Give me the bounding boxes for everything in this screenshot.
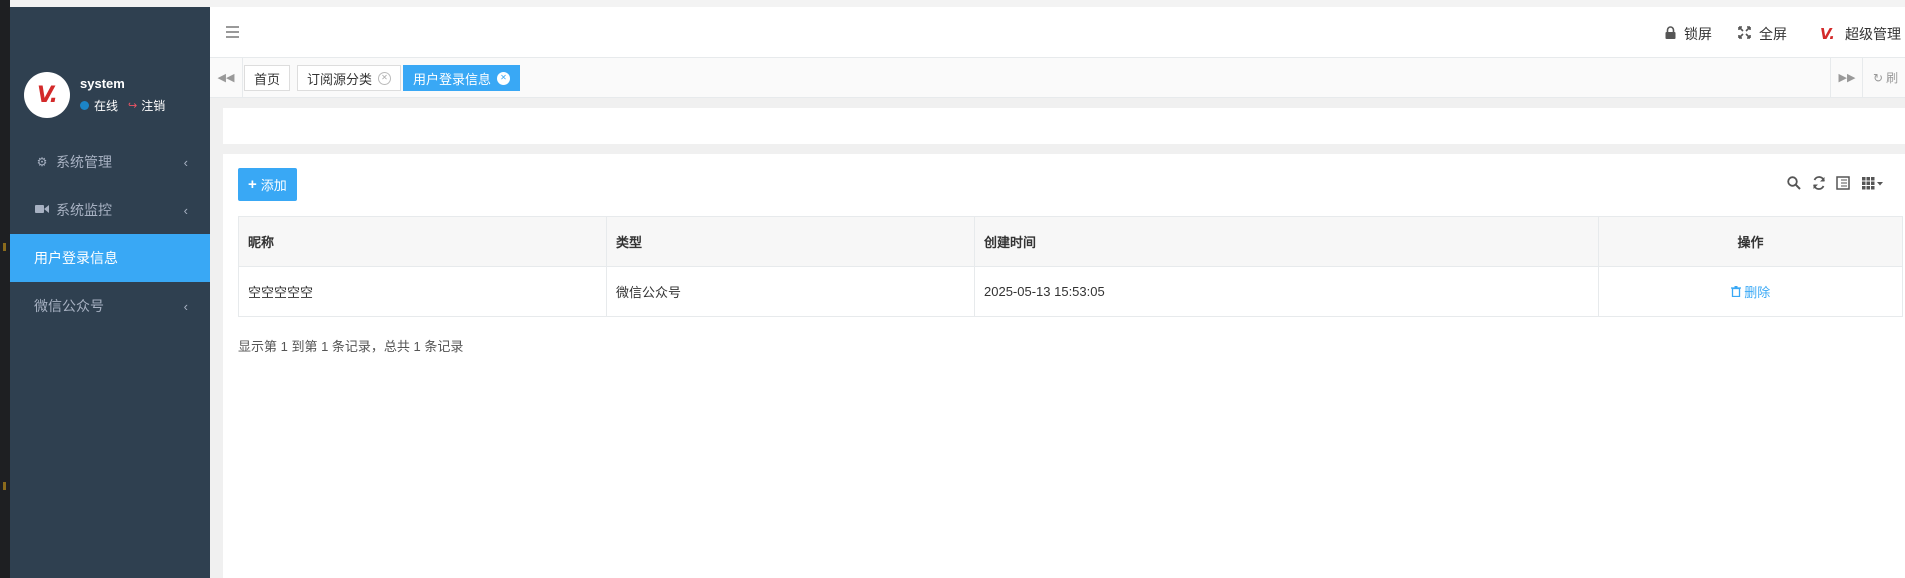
column-header-type[interactable]: 类型 [606,216,975,267]
lock-icon [1665,26,1676,42]
sidebar-item-user-login-info[interactable]: 用户登录信息 [10,234,210,282]
chevron-left-icon: ‹ [183,202,188,218]
tab-close-icon[interactable]: ✕ [378,71,392,85]
left-edge-strip [0,0,10,578]
tab-user-login-info[interactable]: 用户登录信息 ✕ [403,65,521,91]
delete-button[interactable]: 删除 [1730,285,1770,300]
avatar[interactable]: V. [24,72,70,118]
cell-actions: 删除 [1598,266,1903,317]
fullscreen-button[interactable]: 全屏 [1738,24,1787,44]
data-table: 昵称 类型 创建时间 操作 空空空空空 微信公众号 2025-05-13 15:… [238,216,1903,317]
sidebar-item-label: 系统管理 [56,154,112,170]
lock-screen-button[interactable]: 锁屏 [1665,24,1712,44]
table-panel: + 添加 昵称 类型 创建时间 操作 空空空空空 微信公众号 2025-05-1… [223,154,1905,578]
tabs-scroll-right-icon[interactable]: ▶▶ [1830,58,1863,97]
logout-icon[interactable]: ↪ [128,99,137,112]
plus-icon: + [248,176,257,193]
tab-home[interactable]: 首页 [244,65,291,91]
sidebar-item-label: 微信公众号 [34,298,104,314]
chevron-left-icon: ‹ [183,154,188,170]
search-icon[interactable] [1787,176,1801,193]
cell-type: 微信公众号 [606,266,975,317]
refresh-icon[interactable] [1812,176,1826,193]
user-name: system [80,76,125,91]
tab-subscription-category[interactable]: 订阅源分类 ✕ [297,65,402,91]
columns-toggle-icon[interactable] [1836,176,1850,193]
trash-icon [1730,285,1745,300]
column-header-created[interactable]: 创建时间 [974,216,1599,267]
chevron-left-icon: ‹ [183,298,188,314]
page-tabs-bar: ◀◀ 首页 订阅源分类 ✕ 用户登录信息 ✕ ▶▶ ↻ 刷 [210,58,1905,98]
cell-created: 2025-05-13 15:53:05 [974,266,1599,317]
table-row: 空空空空空 微信公众号 2025-05-13 15:53:05 删除 [238,266,1903,317]
online-dot-icon [80,101,89,110]
menu-toggle-icon[interactable] [226,26,239,41]
add-button[interactable]: + 添加 [238,168,297,201]
sidebar-item-wechat-official[interactable]: 微信公众号 ‹ [10,282,210,330]
gear-icon: ⚙ [36,155,48,169]
brand-logo-icon: V. [1820,25,1835,43]
table-header-row: 昵称 类型 创建时间 操作 [238,216,1903,267]
column-header-nickname[interactable]: 昵称 [238,216,607,267]
sidebar-item-system-management[interactable]: ⚙ 系统管理 ‹ [10,138,210,186]
pagination-summary: 显示第 1 到第 1 条记录，总共 1 条记录 [238,339,464,354]
sidebar: V. system 在线 ↪ 注销 ⚙ 系统管理 ‹ 系统监控 ‹ 用户登录信息… [10,7,210,578]
online-status: 在线 [94,99,119,113]
tab-close-icon[interactable]: ✕ [497,71,511,85]
sidebar-item-label: 系统监控 [56,202,112,218]
sidebar-item-system-monitor[interactable]: 系统监控 ‹ [10,186,210,234]
logout-link[interactable]: 注销 [141,97,165,114]
admin-user-menu[interactable]: V. 超级管理 [1820,24,1901,44]
video-icon [34,203,50,217]
content-area: + 添加 昵称 类型 创建时间 操作 空空空空空 微信公众号 2025-05-1… [210,98,1905,578]
cell-nickname: 空空空空空 [238,266,607,317]
top-header: 锁屏 全屏 V. 超级管理 [210,7,1905,58]
column-header-actions: 操作 [1598,216,1903,267]
tabs-scroll-left-icon[interactable]: ◀◀ [210,58,243,97]
grid-export-icon[interactable] [1862,176,1884,193]
sidebar-item-label: 用户登录信息 [34,250,118,266]
search-panel [223,108,1905,144]
expand-icon [1738,26,1751,42]
tabs-refresh-button[interactable]: ↻ 刷 [1862,58,1905,97]
refresh-icon: ↻ [1873,70,1884,85]
